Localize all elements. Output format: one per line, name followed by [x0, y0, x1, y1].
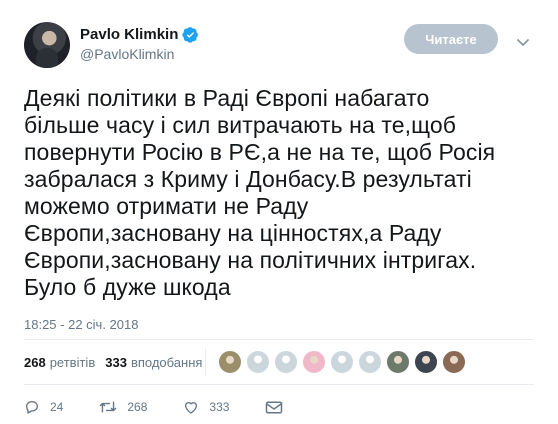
liker-avatar[interactable] — [414, 350, 438, 374]
direct-message-action[interactable] — [265, 400, 293, 415]
verified-icon — [182, 26, 199, 43]
divider — [24, 339, 534, 340]
liker-avatar[interactable] — [218, 350, 242, 374]
retweet-action[interactable]: 268 — [99, 399, 147, 415]
display-name[interactable]: Pavlo Klimkin — [80, 26, 178, 43]
avatar[interactable] — [24, 22, 70, 68]
reply-count: 24 — [50, 400, 64, 414]
retweet-count: 268 — [127, 400, 148, 414]
following-button[interactable]: Читаєте — [404, 24, 498, 54]
author-block: Pavlo Klimkin @PavloKlimkin — [80, 24, 199, 62]
reply-action[interactable]: 24 — [24, 399, 63, 415]
stat-divider — [205, 348, 206, 376]
liker-avatar-default[interactable] — [330, 350, 354, 374]
likes-label: вподобання — [130, 354, 203, 370]
likes-count: 333 — [105, 354, 127, 370]
liker-avatar[interactable] — [442, 350, 466, 374]
like-action[interactable]: 333 — [183, 399, 229, 415]
divider — [24, 384, 534, 385]
tweet-stats: 268 ретвітів 333 вподобання — [24, 347, 212, 377]
liker-avatar-default[interactable] — [246, 350, 270, 374]
chevron-down-icon[interactable] — [516, 38, 530, 48]
tweet-actions: 24 268 333 — [24, 396, 329, 418]
envelope-icon — [266, 401, 283, 413]
tweet-text: Деякі політики в Раді Європі набагато бі… — [24, 85, 496, 300]
retweet-icon — [100, 401, 117, 413]
liker-avatar[interactable] — [302, 350, 326, 374]
heart-icon — [185, 402, 198, 414]
retweets-label: ретвітів — [49, 354, 96, 370]
liker-avatars — [218, 350, 470, 374]
like-count: 333 — [209, 400, 230, 414]
liker-avatar-default[interactable] — [274, 350, 298, 374]
likes-stat[interactable]: 333 вподобання — [105, 355, 202, 370]
reply-icon — [26, 401, 38, 414]
retweets-stat[interactable]: 268 ретвітів — [24, 355, 95, 370]
tweet-header: Pavlo Klimkin @PavloKlimkin Читаєте — [24, 22, 538, 72]
liker-avatar[interactable] — [386, 350, 410, 374]
tweet-timestamp[interactable]: 18:25 - 22 січ. 2018 — [24, 317, 138, 332]
user-handle[interactable]: @PavloKlimkin — [80, 46, 199, 62]
liker-avatar-default[interactable] — [358, 350, 382, 374]
retweets-count: 268 — [24, 354, 46, 370]
